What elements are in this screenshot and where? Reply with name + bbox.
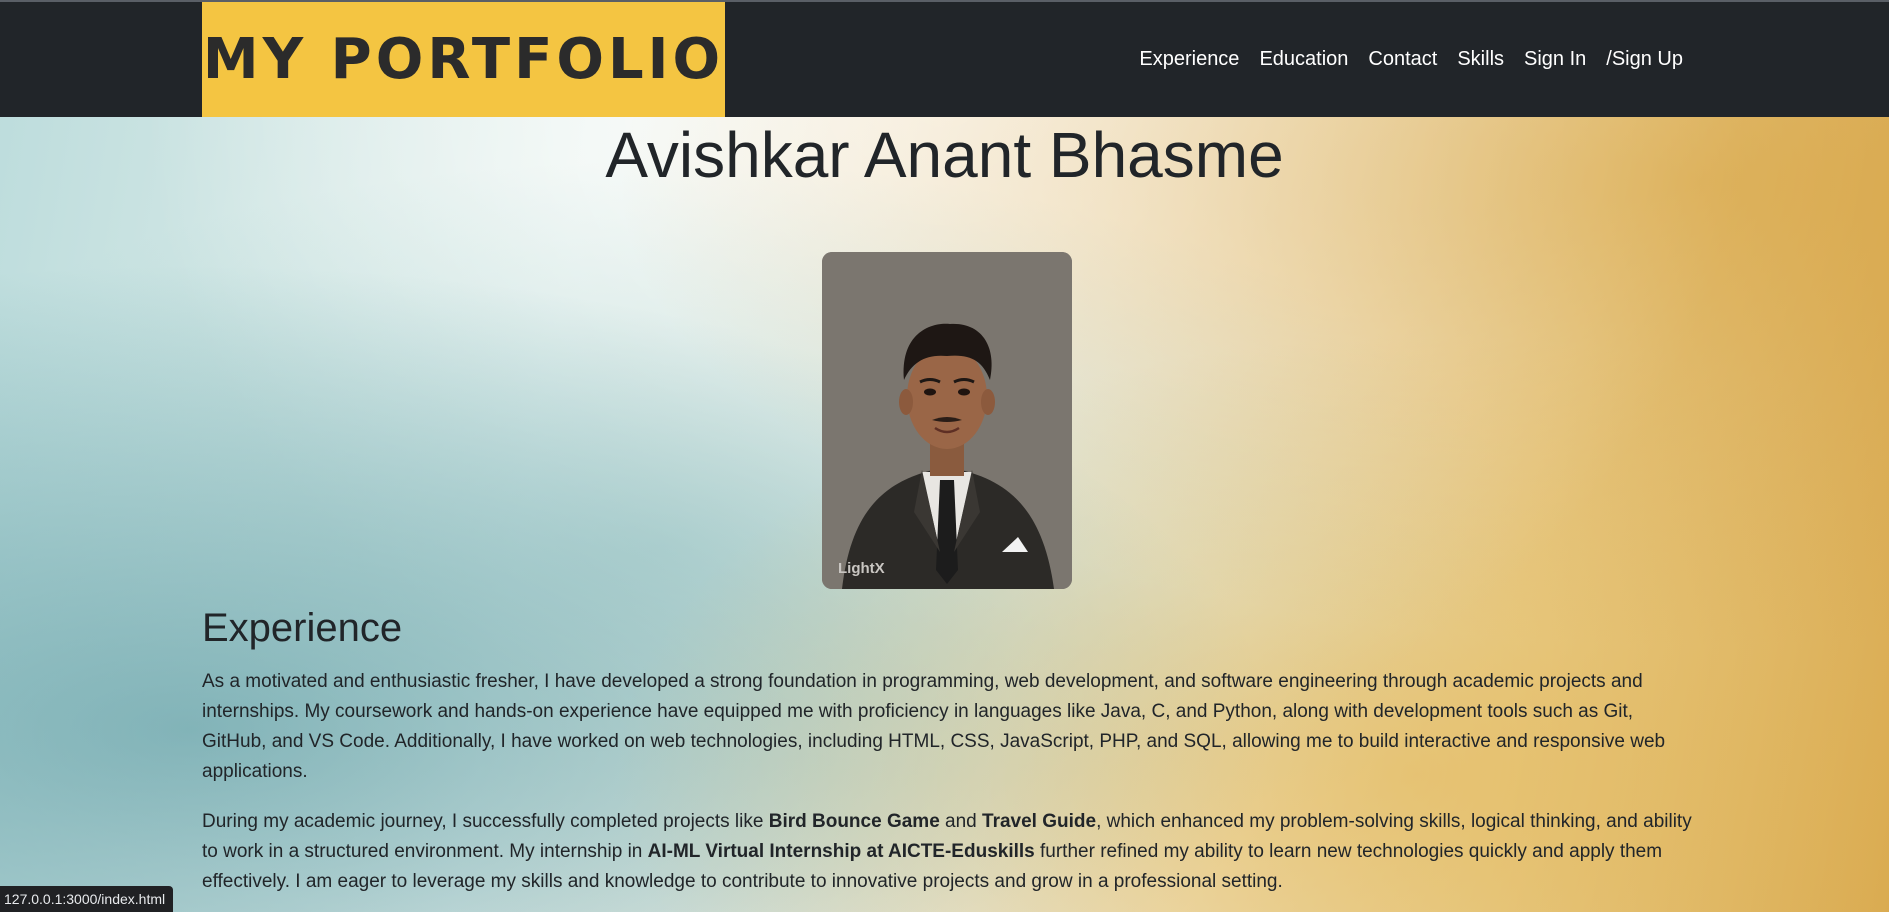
experience-heading: Experience [202, 606, 403, 650]
nav-link-education[interactable]: Education [1259, 48, 1348, 71]
nav-link-sign-up[interactable]: /Sign Up [1606, 48, 1683, 71]
profile-name: Avishkar Anant Bhasme [605, 119, 1284, 191]
navbar: MY PORTFOLIO Experience Education Contac… [0, 2, 1889, 117]
experience-paragraph-2: During my academic journey, I successful… [202, 807, 1702, 897]
experience-paragraph-1: As a motivated and enthusiastic fresher,… [202, 671, 1666, 782]
profile-photo: LightX [822, 252, 1072, 589]
status-bar-url: 127.0.0.1:3000/index.html [0, 886, 174, 912]
project-bird-bounce-game: Bird Bounce Game [768, 811, 940, 832]
internship-name: AI-ML Virtual Internship at AICTE-Eduski… [647, 841, 1035, 862]
nav-link-sign-in[interactable]: Sign In [1524, 48, 1586, 71]
nav-link-skills[interactable]: Skills [1457, 48, 1504, 71]
nav-link-experience[interactable]: Experience [1139, 48, 1239, 71]
brand-text: MY PORTFOLIO [202, 27, 725, 92]
portrait-illustration [822, 252, 1072, 589]
photo-watermark: LightX [838, 560, 885, 577]
paragraph-2-text: During my academic journey, I successful… [202, 811, 769, 832]
paragraph-2-text: and [939, 811, 983, 832]
brand-logo[interactable]: MY PORTFOLIO [202, 2, 725, 117]
nav-links: Experience Education Contact Skills Sign… [1119, 2, 1683, 117]
nav-link-contact[interactable]: Contact [1368, 48, 1437, 71]
project-travel-guide: Travel Guide [982, 811, 1097, 832]
